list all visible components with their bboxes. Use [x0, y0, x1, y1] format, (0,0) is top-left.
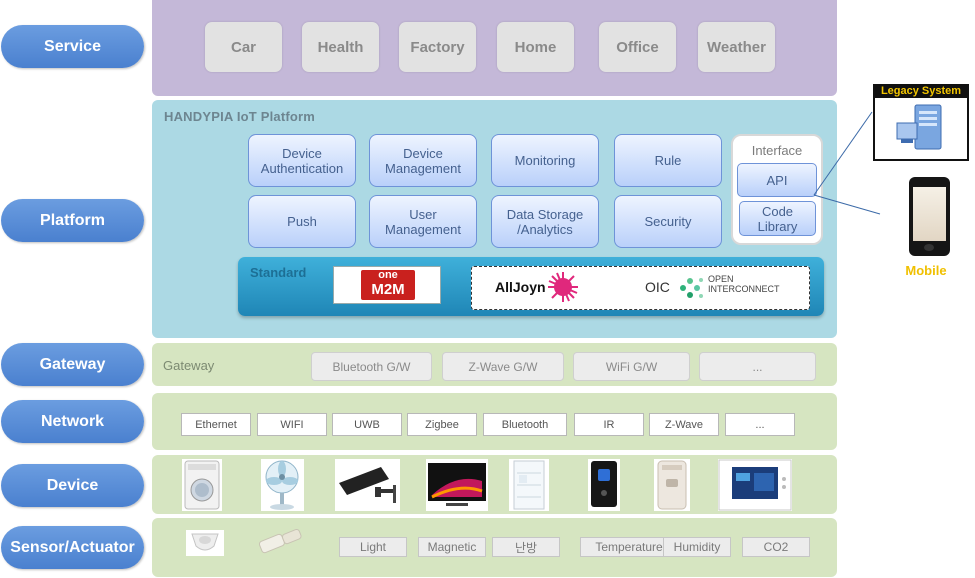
device-smart-panel — [588, 459, 620, 511]
sensor-co2: CO2 — [742, 537, 810, 557]
network-more: ... — [725, 413, 795, 436]
oic-logo-text: OIC — [645, 279, 670, 295]
module-push: Push — [248, 195, 356, 248]
module-monitoring: Monitoring — [491, 134, 599, 187]
device-electric-fan — [261, 459, 304, 511]
network-wifi: WIFI — [257, 413, 327, 436]
device-television — [426, 459, 488, 511]
mobile-phone-icon — [909, 177, 950, 256]
server-icon — [896, 104, 942, 150]
layer-network-label: Network — [1, 400, 144, 443]
network-ir: IR — [574, 413, 644, 436]
gateway-zwave: Z-Wave G/W — [442, 352, 564, 381]
device-refrigerator — [509, 459, 549, 511]
mobile-label: Mobile — [905, 263, 947, 278]
gateway-more: ... — [699, 352, 816, 381]
device-wall-display — [718, 459, 792, 511]
sensor-heating: 난방 — [492, 537, 560, 557]
gateway-wifi: WiFi G/W — [573, 352, 690, 381]
service-factory: Factory — [399, 22, 476, 72]
interface-code-library: Code Library — [739, 201, 816, 236]
interface-api: API — [737, 163, 817, 197]
network-zwave: Z-Wave — [649, 413, 719, 436]
open-interconnect-text: OPEN INTERCONNECT — [708, 274, 780, 294]
sensor-light: Light — [339, 537, 407, 557]
module-device-authentication: Device Authentication — [248, 134, 356, 187]
service-home: Home — [497, 22, 574, 72]
sensor-motion-detector-icon — [186, 530, 224, 556]
device-washing-machine — [182, 459, 222, 511]
service-health: Health — [302, 22, 379, 72]
layer-platform-label: Platform — [1, 199, 144, 242]
layer-sensor-actuator-label: Sensor/Actuator — [1, 526, 144, 569]
alljoyn-burst-icon — [548, 272, 578, 302]
sensor-humidity: Humidity — [663, 537, 731, 557]
gateway-band-label: Gateway — [163, 358, 215, 373]
alljoyn-logo-text: AllJoyn — [495, 279, 546, 295]
network-zigbee: Zigbee — [407, 413, 477, 436]
device-cctv-camera — [335, 459, 400, 511]
network-bluetooth: Bluetooth — [483, 413, 567, 436]
oic-dots-icon — [680, 278, 703, 298]
module-data-storage-analytics: Data Storage /Analytics — [491, 195, 599, 248]
legacy-system-label: Legacy System — [875, 84, 967, 98]
service-office: Office — [599, 22, 676, 72]
sensor-magnetic: Magnetic — [418, 537, 486, 557]
module-security: Security — [614, 195, 722, 248]
layer-service-label: Service — [1, 25, 144, 68]
service-car: Car — [205, 22, 282, 72]
service-weather: Weather — [698, 22, 775, 72]
onem2m-logo: one M2M — [333, 266, 441, 304]
network-uwb: UWB — [332, 413, 402, 436]
module-device-management: Device Management — [369, 134, 477, 187]
network-ethernet: Ethernet — [181, 413, 251, 436]
platform-title: HANDYPIA IoT Platform — [164, 109, 316, 124]
gateway-bluetooth: Bluetooth G/W — [311, 352, 432, 381]
module-rule: Rule — [614, 134, 722, 187]
device-water-heater — [654, 459, 690, 511]
standard-label: Standard — [250, 265, 307, 280]
module-user-management: User Management — [369, 195, 477, 248]
sensor-door-magnet-icon — [258, 526, 304, 558]
layer-device-label: Device — [1, 464, 144, 507]
layer-gateway-label: Gateway — [1, 343, 144, 386]
